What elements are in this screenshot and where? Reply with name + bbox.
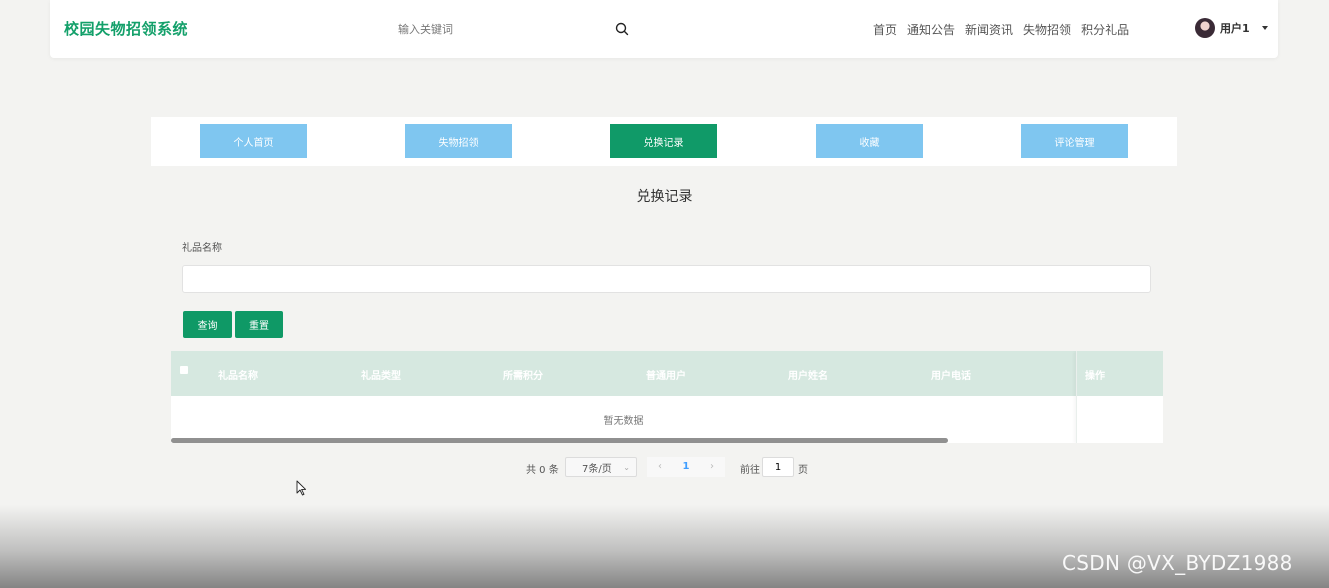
horizontal-scrollbar[interactable] (171, 438, 948, 443)
column-header[interactable]: 所需积分 (503, 367, 543, 382)
search-input[interactable] (388, 14, 636, 44)
center-tabs: 个人首页 失物招领 兑换记录 收藏 评论管理 (151, 117, 1177, 166)
gift-name-label: 礼品名称 (182, 243, 222, 254)
column-header[interactable]: 礼品类型 (361, 367, 401, 382)
page-title: 兑换记录 (636, 189, 693, 205)
goto-page-input[interactable] (762, 457, 794, 477)
background-fade (0, 505, 1329, 588)
goto-label: 前往 (740, 465, 760, 476)
watermark-text: CSDN @VX_BYDZ1988 (1062, 551, 1293, 575)
prev-page-button[interactable]: ‹ (647, 457, 673, 477)
search-icon[interactable] (614, 21, 630, 37)
tab-exchange-records[interactable]: 兑换记录 (610, 124, 717, 158)
reset-button[interactable]: 重置 (235, 311, 283, 338)
fixed-action-column: 操作 (1076, 351, 1163, 443)
main-nav: 首页 通知公告 新闻资讯 失物招领 积分礼品 (873, 21, 1129, 38)
nav-points-gifts[interactable]: 积分礼品 (1081, 21, 1129, 38)
select-all-checkbox[interactable] (180, 366, 188, 374)
tab-personal-home[interactable]: 个人首页 (200, 124, 307, 158)
nav-lost-found[interactable]: 失物招领 (1023, 21, 1071, 38)
empty-state-text: 暂无数据 (603, 416, 644, 427)
page-size-select[interactable]: 7条/页 ⌄ (565, 457, 637, 477)
column-header[interactable]: 礼品名称 (218, 367, 258, 382)
action-header-bg: 操作 (1077, 351, 1163, 396)
nav-news[interactable]: 新闻资讯 (965, 21, 1013, 38)
nav-home[interactable]: 首页 (873, 21, 897, 38)
avatar[interactable] (1195, 18, 1215, 38)
caret-down-icon[interactable] (1261, 26, 1268, 30)
page-number[interactable]: 1 (673, 457, 699, 477)
column-header[interactable]: 用户电话 (931, 367, 971, 382)
gift-name-input[interactable] (182, 265, 1151, 293)
top-navbar: 校园失物招领系统 首页 通知公告 新闻资讯 失物招领 积分礼品 用户1 (50, 0, 1278, 58)
table-header: 礼品名称 礼品类型 所需积分 普通用户 用户姓名 用户电话 (171, 351, 1163, 396)
site-logo[interactable]: 校园失物招领系统 (64, 18, 188, 39)
page-size-value: 7条/页 (582, 463, 612, 475)
search-box (388, 14, 636, 44)
total-count: 共 0 条 (526, 465, 559, 476)
next-page-button[interactable]: › (699, 457, 725, 477)
records-table: 礼品名称 礼品类型 所需积分 普通用户 用户姓名 用户电话 暂无数据 操作 (171, 351, 1163, 443)
column-header[interactable]: 普通用户 (646, 367, 686, 382)
column-header[interactable]: 用户姓名 (788, 367, 828, 382)
nav-notices[interactable]: 通知公告 (907, 21, 955, 38)
chevron-down-icon: ⌄ (623, 463, 630, 472)
tab-favorites[interactable]: 收藏 (816, 124, 923, 158)
page-unit-label: 页 (798, 465, 808, 476)
tab-lost-found[interactable]: 失物招领 (405, 124, 512, 158)
tab-comment-management[interactable]: 评论管理 (1021, 124, 1128, 158)
action-column-header: 操作 (1085, 371, 1105, 382)
username[interactable]: 用户1 (1220, 20, 1250, 36)
search-button[interactable]: 查询 (183, 311, 232, 338)
user-menu[interactable]: 用户1 (1195, 18, 1268, 38)
mouse-cursor-icon (296, 480, 307, 496)
